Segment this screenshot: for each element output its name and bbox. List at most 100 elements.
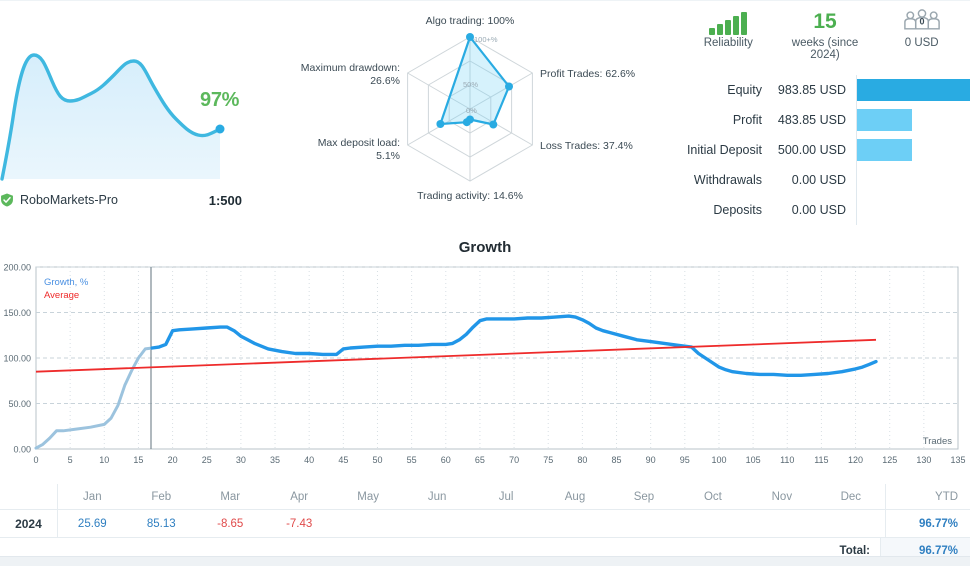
stat-bar-track-equity <box>856 75 970 105</box>
account-stats-table: Equity 983.85 USD Profit 483.85 USD Init… <box>680 75 970 225</box>
x-tick-label: 105 <box>746 455 761 465</box>
growth-percent-label: 97% <box>200 89 239 112</box>
cell-mar: -8.65 <box>196 510 265 537</box>
stat-row-equity: Equity 983.85 USD <box>680 75 970 105</box>
stat-label-deposits: Deposits <box>680 203 772 217</box>
cell-dec <box>816 510 885 537</box>
y-tick-label: 0.00 <box>13 445 31 455</box>
month-header-oct: Oct <box>678 484 747 509</box>
radar-ring-label-100: 100+% <box>474 35 498 44</box>
month-header-jun: Jun <box>403 484 472 509</box>
x-tick-label: 115 <box>814 455 828 465</box>
month-header-may: May <box>334 484 403 509</box>
month-header-dec: Dec <box>816 484 885 509</box>
stat-value-equity: 983.85 USD <box>772 83 856 97</box>
x-tick-label: 35 <box>270 455 280 465</box>
ytd-header: YTD <box>885 484 970 509</box>
stat-label-equity: Equity <box>680 83 772 97</box>
month-header-sep: Sep <box>609 484 678 509</box>
stat-row-initial-deposit: Initial Deposit 500.00 USD <box>680 135 970 165</box>
cell-jan: 25.69 <box>58 510 127 537</box>
stat-row-profit: Profit 483.85 USD <box>680 105 970 135</box>
cell-sep <box>609 510 678 537</box>
sparkline-end-dot <box>216 125 225 134</box>
cell-nov <box>747 510 816 537</box>
growth-sparkline-panel[interactable]: 97% RoboMarkets-Pro 1:500 <box>0 1 262 227</box>
month-header-jul: Jul <box>472 484 541 509</box>
growth-chart-panel[interactable]: Growth 0.0050.00100.00150.00200.00 05101… <box>0 229 970 479</box>
x-tick-label: 100 <box>711 455 726 465</box>
months-data-row: 2024 25.69 85.13 -8.65 -7.43 96.77% <box>0 510 970 538</box>
cell-aug <box>541 510 610 537</box>
month-header-feb: Feb <box>127 484 196 509</box>
cell-feb: 85.13 <box>127 510 196 537</box>
subscribers-icon: 0 <box>873 9 970 35</box>
x-tick-label: 25 <box>202 455 212 465</box>
x-tick-label: 125 <box>882 455 897 465</box>
kpi-reliability[interactable]: Reliability <box>680 9 777 67</box>
x-tick-label: 50 <box>372 455 382 465</box>
x-tick-label: 110 <box>780 455 794 465</box>
stat-value-profit: 483.85 USD <box>772 113 856 127</box>
kpi-subscribers[interactable]: 0 0 USD <box>873 9 970 67</box>
x-tick-label: 75 <box>543 455 553 465</box>
x-tick-label: 130 <box>916 455 931 465</box>
broker-name: RoboMarkets-Pro <box>20 193 118 207</box>
stat-value-initial-deposit: 500.00 USD <box>772 143 856 157</box>
months-header-year <box>0 484 58 509</box>
row-year: 2024 <box>0 510 58 537</box>
stat-row-withdrawals: Withdrawals 0.00 USD <box>680 165 970 195</box>
statistics-radar-chart: 100+% 50% 0% Algo trading: 100% Profit T… <box>270 9 670 214</box>
account-summary-widget: 97% RoboMarkets-Pro 1:500 <box>0 0 970 566</box>
radar-label-profit-trades: Profit Trades: 62.6% <box>540 68 635 80</box>
x-tick-label: 20 <box>168 455 178 465</box>
x-tick-label: 15 <box>133 455 143 465</box>
stat-row-deposits: Deposits 0.00 USD <box>680 195 970 225</box>
reliability-bars-icon <box>680 9 777 35</box>
stat-label-initial-deposit: Initial Deposit <box>680 143 772 157</box>
monthly-returns-table: Jan Feb Mar Apr May Jun Jul Aug Sep Oct … <box>0 484 970 556</box>
y-tick-label: 100.00 <box>3 354 31 364</box>
account-age-value: 15 <box>777 9 874 35</box>
radar-chart-panel[interactable]: 100+% 50% 0% Algo trading: 100% Profit T… <box>270 1 670 227</box>
sparkline-area <box>2 55 220 179</box>
kpi-row: Reliability 15 weeks (since 2024) <box>680 9 970 67</box>
x-tick-label: 135 <box>950 455 965 465</box>
x-axis-ticks: 0510152025303540455055606570758085909510… <box>33 455 965 465</box>
shield-check-icon <box>0 193 14 207</box>
y-tick-label: 50.00 <box>8 399 31 409</box>
legend-growth: Growth, % <box>44 277 89 288</box>
x-tick-label: 40 <box>304 455 314 465</box>
x-tick-label: 60 <box>441 455 451 465</box>
y-tick-label: 150.00 <box>3 308 31 318</box>
legend-average: Average <box>44 290 79 301</box>
stat-bar-profit <box>857 109 912 131</box>
stat-bar-track-withdrawals <box>856 165 970 195</box>
subscribers-label: 0 USD <box>873 37 970 49</box>
x-tick-label: 85 <box>612 455 622 465</box>
account-stats-panel: Reliability 15 weeks (since 2024) <box>680 1 970 227</box>
month-header-apr: Apr <box>265 484 334 509</box>
leverage-value: 1:500 <box>209 193 242 208</box>
radar-ring-label-0: 0% <box>466 106 477 115</box>
x-tick-label: 45 <box>338 455 348 465</box>
stat-bar-initial-deposit <box>857 139 912 161</box>
x-tick-label: 80 <box>577 455 587 465</box>
x-tick-label: 0 <box>33 455 38 465</box>
cell-jun <box>403 510 472 537</box>
footer-strip <box>0 556 970 566</box>
plot-area <box>36 267 958 449</box>
months-header-row: Jan Feb Mar Apr May Jun Jul Aug Sep Oct … <box>0 484 970 510</box>
kpi-account-age: 15 weeks (since 2024) <box>777 9 874 67</box>
growth-chart-title: Growth <box>0 239 970 256</box>
stat-value-deposits: 0.00 USD <box>772 203 856 217</box>
cell-may <box>334 510 403 537</box>
x-tick-label: 65 <box>475 455 485 465</box>
x-tick-label: 10 <box>99 455 109 465</box>
stat-value-withdrawals: 0.00 USD <box>772 173 856 187</box>
radar-label-maximum-drawdown-value: 26.6% <box>370 75 400 87</box>
x-tick-label: 30 <box>236 455 246 465</box>
month-header-mar: Mar <box>196 484 265 509</box>
x-tick-label: 90 <box>646 455 656 465</box>
month-header-jan: Jan <box>58 484 127 509</box>
